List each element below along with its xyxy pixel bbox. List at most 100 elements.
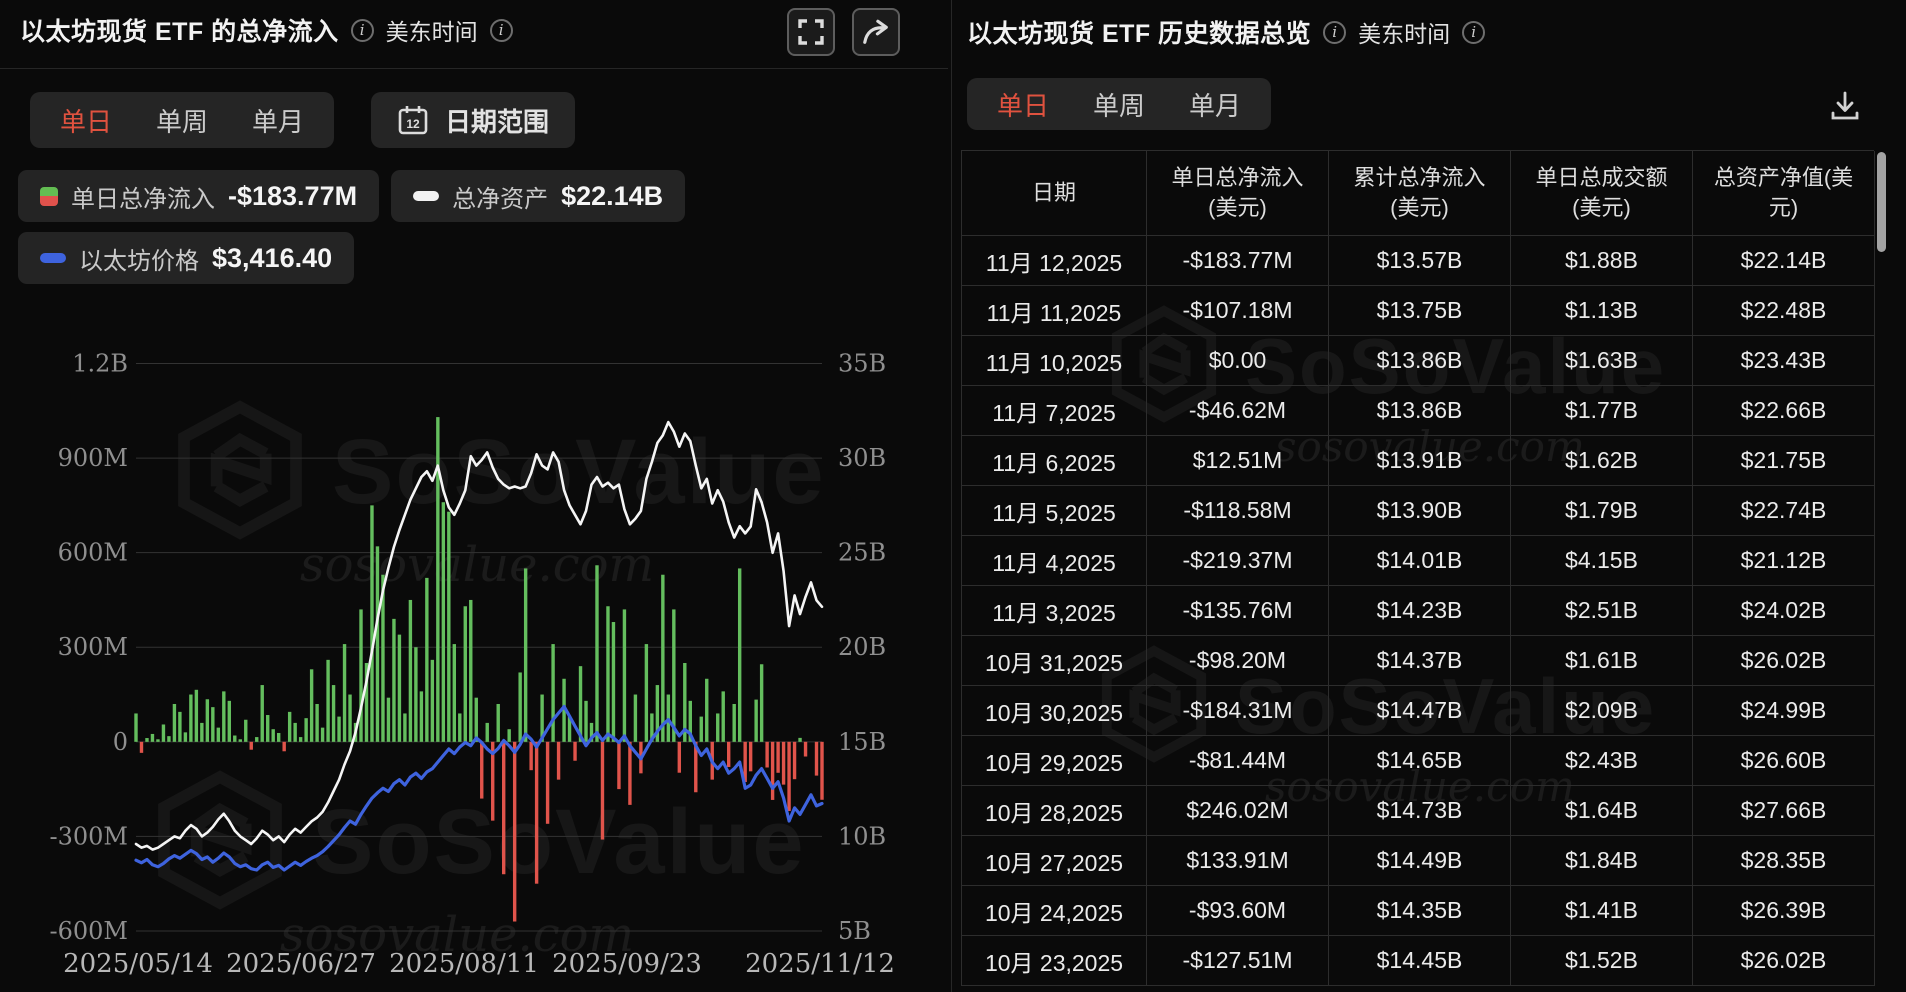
watermark-domain: sosovalue.com [300, 537, 655, 593]
share-button[interactable] [852, 8, 900, 56]
share-icon [863, 19, 888, 44]
right-axis-tick: 20B [838, 633, 886, 661]
download-button[interactable] [1823, 84, 1867, 128]
cell-cumulative-inflow: $13.86B [1329, 336, 1511, 386]
cell-nav: $26.02B [1693, 936, 1875, 986]
right-axis-tick: 25B [838, 539, 886, 567]
tab-单月[interactable]: 单月 [252, 102, 304, 139]
cell-volume: $1.62B [1511, 436, 1693, 486]
cell-nav: $24.02B [1693, 586, 1875, 636]
table-row[interactable]: 10月 29,2025 -$81.44M $14.65B $2.43B $26.60B [962, 736, 1875, 786]
date-range-label: 日期范围 [445, 106, 550, 137]
cell-volume: $1.84B [1511, 836, 1693, 886]
table-row[interactable]: 10月 24,2025 -$93.60M $14.35B $1.41B $26.39B [962, 886, 1875, 936]
table-row[interactable]: 11月 6,2025 $12.51M $13.91B $1.62B $21.75B [962, 436, 1875, 486]
table-row[interactable]: 11月 11,2025 -$107.18M $13.75B $1.13B $22.48B [962, 286, 1875, 336]
chart-title: 以太坊现货 ETF 的总净流入 [20, 18, 339, 46]
cell-daily-inflow: $0.00 [1147, 336, 1329, 386]
column-header: 累计总净流入 (美元) [1329, 151, 1511, 236]
timezone-label: 美东时间 [1358, 21, 1451, 47]
etf-dashboard: 以太坊现货 ETF 的总净流入 i 美东时间 i 单日 单周 单月 12 日期范… [0, 0, 1906, 992]
table-row[interactable]: 10月 28,2025 $246.02M $14.73B $1.64B $27.66B [962, 786, 1875, 836]
history-title: 以太坊现货 ETF 历史数据总览 [967, 20, 1312, 48]
legend-label: 以太坊价格 [79, 247, 199, 275]
legend-label: 总净资产 [452, 185, 549, 213]
left-axis-tick: 900M [58, 444, 128, 472]
table-row[interactable]: 11月 12,2025 -$183.77M $13.57B $1.88B $22.14B [962, 236, 1875, 286]
chart-panel: 以太坊现货 ETF 的总净流入 i 美东时间 i 单日 单周 单月 12 日期范… [0, 0, 948, 992]
info-icon[interactable]: i [1323, 20, 1347, 44]
cell-date: 11月 7,2025 [962, 386, 1147, 436]
cell-daily-inflow: -$135.76M [1147, 586, 1329, 636]
sosovalue-logo-icon [170, 400, 310, 545]
tab-单周[interactable]: 单周 [156, 102, 208, 139]
cell-nav: $21.75B [1693, 436, 1875, 486]
legend-item[interactable]: 以太坊价格 $3,416.40 [18, 232, 355, 284]
watermark-domain: sosovalue.com [280, 907, 635, 963]
table-row[interactable]: 11月 4,2025 -$219.37M $14.01B $4.15B $21.12B [962, 536, 1875, 586]
cell-volume: $4.15B [1511, 536, 1693, 586]
tab-单日[interactable]: 单日 [997, 86, 1049, 123]
table-row[interactable]: 10月 23,2025 -$127.51M $14.45B $1.52B $26.02B [962, 936, 1875, 986]
cell-volume: $2.43B [1511, 736, 1693, 786]
cell-volume: $1.77B [1511, 386, 1693, 436]
info-icon[interactable]: i [1462, 20, 1486, 44]
cell-cumulative-inflow: $13.86B [1329, 386, 1511, 436]
eth-price-line [134, 704, 824, 872]
right-axis-tick: 35B [838, 350, 886, 378]
cell-date: 11月 6,2025 [962, 436, 1147, 486]
column-header: 日期 [962, 151, 1147, 236]
watermark-brand: SoSoValue [332, 421, 826, 523]
left-axis-tick: -600M [50, 917, 129, 945]
cell-daily-inflow: -$184.31M [1147, 686, 1329, 736]
x-axis-tick: 2025/11/12 [745, 949, 895, 979]
cell-cumulative-inflow: $14.73B [1329, 786, 1511, 836]
tab-单日[interactable]: 单日 [60, 102, 112, 139]
tab-单周[interactable]: 单周 [1093, 86, 1145, 123]
right-axis-tick: 30B [838, 444, 886, 472]
info-icon[interactable]: i [489, 18, 513, 42]
fullscreen-button[interactable] [787, 8, 835, 56]
cell-nav: $21.12B [1693, 536, 1875, 586]
table-row[interactable]: 10月 27,2025 $133.91M $14.49B $1.84B $28.35B [962, 836, 1875, 886]
blue-dash-icon [40, 253, 66, 263]
legend-item[interactable]: 总净资产 $22.14B [391, 170, 686, 222]
svg-text:12: 12 [406, 117, 420, 131]
daily-inflow-bars [134, 417, 824, 922]
table-row[interactable]: 11月 10,2025 $0.00 $13.86B $1.63B $23.43B [962, 336, 1875, 386]
cell-date: 11月 4,2025 [962, 536, 1147, 586]
right-axis-tick: 5B [838, 917, 871, 945]
x-axis-tick: 2025/05/14 [63, 949, 213, 979]
table-row[interactable]: 11月 3,2025 -$135.76M $14.23B $2.51B $24.02B [962, 586, 1875, 636]
tab-单月[interactable]: 单月 [1189, 86, 1241, 123]
cell-cumulative-inflow: $14.37B [1329, 636, 1511, 686]
cell-volume: $2.51B [1511, 586, 1693, 636]
cell-nav: $26.60B [1693, 736, 1875, 786]
table-row[interactable]: 11月 5,2025 -$118.58M $13.90B $1.79B $22.74B [962, 486, 1875, 536]
info-icon[interactable]: i [350, 18, 374, 42]
table-scrollbar[interactable] [1877, 152, 1886, 252]
cell-daily-inflow: -$219.37M [1147, 536, 1329, 586]
table-row[interactable]: 10月 30,2025 -$184.31M $14.47B $2.09B $24.99B [962, 686, 1875, 736]
cell-cumulative-inflow: $13.91B [1329, 436, 1511, 486]
cell-date: 11月 3,2025 [962, 586, 1147, 636]
cell-date: 10月 23,2025 [962, 936, 1147, 986]
cell-cumulative-inflow: $14.23B [1329, 586, 1511, 636]
chart-header: 以太坊现货 ETF 的总净流入 i 美东时间 i [20, 12, 513, 48]
cell-daily-inflow: -$107.18M [1147, 286, 1329, 336]
right-axis-tick: 15B [838, 728, 886, 756]
cell-nav: $23.43B [1693, 336, 1875, 386]
green-red-split-icon [40, 186, 58, 206]
table-row[interactable]: 10月 31,2025 -$98.20M $14.37B $1.61B $26.02B [962, 636, 1875, 686]
watermark-brand: SoSoValue [312, 791, 806, 893]
watermark: SoSoValue sosovalue.com [150, 770, 806, 963]
table-row[interactable]: 11月 7,2025 -$46.62M $13.86B $1.77B $22.66B [962, 386, 1875, 436]
cell-daily-inflow: $246.02M [1147, 786, 1329, 836]
legend-item[interactable]: 单日总净流入 -$183.77M [18, 170, 380, 222]
date-range-button[interactable]: 12 日期范围 [371, 92, 576, 148]
cell-nav: $22.66B [1693, 386, 1875, 436]
cell-date: 10月 27,2025 [962, 836, 1147, 886]
legend-label: 单日总净流入 [71, 185, 215, 213]
cell-date: 11月 12,2025 [962, 236, 1147, 286]
sosovalue-logo-icon [150, 770, 290, 915]
